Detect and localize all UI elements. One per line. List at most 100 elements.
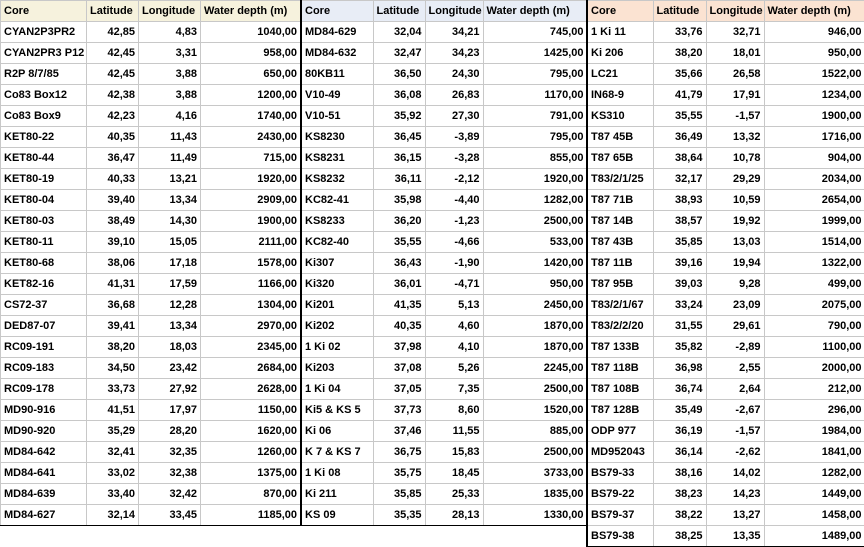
latitude-cell[interactable]: 42,45 bbox=[86, 63, 139, 85]
longitude-cell[interactable]: 11,55 bbox=[424, 420, 484, 442]
longitude-cell[interactable]: 2,64 bbox=[705, 378, 765, 400]
latitude-cell[interactable]: 36,49 bbox=[652, 126, 707, 148]
water-depth-cell[interactable]: 1375,00 bbox=[200, 462, 301, 484]
water-depth-cell[interactable]: 1449,00 bbox=[763, 483, 864, 505]
longitude-cell[interactable]: 4,16 bbox=[138, 105, 201, 127]
core-cell[interactable]: MD84-639 bbox=[0, 483, 87, 505]
latitude-cell[interactable]: 42,23 bbox=[86, 105, 139, 127]
latitude-cell[interactable]: 35,66 bbox=[652, 63, 707, 85]
core-cell[interactable]: RC09-191 bbox=[0, 336, 87, 358]
water-depth-cell[interactable]: 1185,00 bbox=[200, 504, 301, 526]
core-cell[interactable]: MD84-632 bbox=[300, 42, 374, 64]
water-depth-cell[interactable]: 1458,00 bbox=[763, 504, 864, 526]
water-depth-cell[interactable]: 715,00 bbox=[200, 147, 301, 169]
core-cell[interactable]: K 7 & KS 7 bbox=[300, 441, 374, 463]
latitude-cell[interactable]: 38,93 bbox=[652, 189, 707, 211]
core-cell[interactable]: V10-51 bbox=[300, 105, 374, 127]
water-depth-cell[interactable]: 1900,00 bbox=[200, 210, 301, 232]
longitude-cell[interactable]: 10,59 bbox=[705, 189, 765, 211]
core-cell[interactable]: MD90-920 bbox=[0, 420, 87, 442]
water-depth-cell[interactable]: 1522,00 bbox=[763, 63, 864, 85]
water-depth-cell[interactable]: 1835,00 bbox=[482, 483, 588, 505]
water-depth-cell[interactable]: 1282,00 bbox=[482, 189, 588, 211]
core-cell[interactable]: BS79-33 bbox=[586, 462, 654, 484]
water-depth-cell[interactable]: 790,00 bbox=[763, 315, 864, 337]
water-depth-cell[interactable]: 2654,00 bbox=[763, 189, 864, 211]
latitude-cell[interactable]: 38,22 bbox=[652, 504, 707, 526]
water-depth-cell[interactable]: 1841,00 bbox=[763, 441, 864, 463]
longitude-cell[interactable]: -2,67 bbox=[705, 399, 765, 421]
longitude-cell[interactable]: 17,18 bbox=[138, 252, 201, 274]
longitude-cell[interactable]: 13,34 bbox=[138, 315, 201, 337]
core-cell[interactable]: MD84-629 bbox=[300, 21, 374, 43]
latitude-cell[interactable]: 40,35 bbox=[86, 126, 139, 148]
water-depth-cell[interactable]: 2034,00 bbox=[763, 168, 864, 190]
longitude-cell[interactable]: 28,20 bbox=[138, 420, 201, 442]
latitude-cell[interactable]: 31,55 bbox=[652, 315, 707, 337]
water-depth-cell[interactable]: 1150,00 bbox=[200, 399, 301, 421]
core-cell[interactable]: CS72-37 bbox=[0, 294, 87, 316]
core-cell[interactable]: T87 45B bbox=[586, 126, 654, 148]
core-cell[interactable]: T83/2/1/67 bbox=[586, 294, 654, 316]
latitude-cell[interactable]: 41,79 bbox=[652, 84, 707, 106]
water-depth-cell[interactable]: 1100,00 bbox=[763, 336, 864, 358]
core-cell[interactable]: KET80-68 bbox=[0, 252, 87, 274]
water-depth-cell[interactable]: 946,00 bbox=[763, 21, 864, 43]
core-cell[interactable]: KS8230 bbox=[300, 126, 374, 148]
latitude-cell[interactable]: 42,85 bbox=[86, 21, 139, 43]
core-cell[interactable]: LC21 bbox=[586, 63, 654, 85]
latitude-cell[interactable]: 37,46 bbox=[372, 420, 426, 442]
longitude-cell[interactable]: -1,57 bbox=[705, 420, 765, 442]
latitude-cell[interactable]: 35,92 bbox=[372, 105, 426, 127]
core-cell[interactable]: MD84-642 bbox=[0, 441, 87, 463]
longitude-cell[interactable]: 23,09 bbox=[705, 294, 765, 316]
latitude-cell[interactable]: 37,05 bbox=[372, 378, 426, 400]
latitude-cell[interactable]: 35,85 bbox=[372, 483, 426, 505]
water-depth-cell[interactable]: 950,00 bbox=[763, 42, 864, 64]
longitude-cell[interactable]: 24,30 bbox=[424, 63, 484, 85]
water-depth-cell[interactable]: 795,00 bbox=[482, 63, 588, 85]
water-depth-cell[interactable]: 904,00 bbox=[763, 147, 864, 169]
longitude-cell[interactable]: 13,32 bbox=[705, 126, 765, 148]
latitude-cell[interactable]: 36,98 bbox=[652, 357, 707, 379]
latitude-cell[interactable]: 36,08 bbox=[372, 84, 426, 106]
water-depth-cell[interactable]: 1620,00 bbox=[200, 420, 301, 442]
core-cell[interactable]: KS8232 bbox=[300, 168, 374, 190]
core-cell[interactable]: MD952043 bbox=[586, 441, 654, 463]
water-depth-cell[interactable]: 2909,00 bbox=[200, 189, 301, 211]
water-depth-cell[interactable]: 2075,00 bbox=[763, 294, 864, 316]
latitude-cell[interactable]: 40,33 bbox=[86, 168, 139, 190]
water-depth-cell[interactable]: 2500,00 bbox=[482, 378, 588, 400]
longitude-cell[interactable]: 14,23 bbox=[705, 483, 765, 505]
water-depth-cell[interactable]: 2450,00 bbox=[482, 294, 588, 316]
water-depth-cell[interactable]: 2000,00 bbox=[763, 357, 864, 379]
water-depth-cell[interactable]: 1200,00 bbox=[200, 84, 301, 106]
latitude-cell[interactable]: 36,15 bbox=[372, 147, 426, 169]
core-cell[interactable]: KS310 bbox=[586, 105, 654, 127]
core-cell[interactable]: RC09-178 bbox=[0, 378, 87, 400]
latitude-cell[interactable]: 33,76 bbox=[652, 21, 707, 43]
core-cell[interactable]: Ki 211 bbox=[300, 483, 374, 505]
latitude-cell[interactable]: 35,82 bbox=[652, 336, 707, 358]
core-cell[interactable]: MD84-641 bbox=[0, 462, 87, 484]
latitude-cell[interactable]: 35,85 bbox=[652, 231, 707, 253]
latitude-cell[interactable]: 38,20 bbox=[652, 42, 707, 64]
core-cell[interactable]: KET82-16 bbox=[0, 273, 87, 295]
water-depth-cell[interactable]: 1870,00 bbox=[482, 336, 588, 358]
latitude-cell[interactable]: 39,16 bbox=[652, 252, 707, 274]
core-cell[interactable]: Ki202 bbox=[300, 315, 374, 337]
longitude-cell[interactable]: 13,35 bbox=[705, 525, 765, 547]
core-cell[interactable]: T83/2/1/25 bbox=[586, 168, 654, 190]
core-cell[interactable]: MD90-916 bbox=[0, 399, 87, 421]
core-cell[interactable]: KET80-19 bbox=[0, 168, 87, 190]
longitude-cell[interactable]: -4,40 bbox=[424, 189, 484, 211]
longitude-cell[interactable]: 32,71 bbox=[705, 21, 765, 43]
latitude-cell[interactable]: 32,04 bbox=[372, 21, 426, 43]
latitude-cell[interactable]: 39,41 bbox=[86, 315, 139, 337]
core-cell[interactable]: 1 Ki 11 bbox=[586, 21, 654, 43]
water-depth-cell[interactable]: 650,00 bbox=[200, 63, 301, 85]
water-depth-cell[interactable]: 1870,00 bbox=[482, 315, 588, 337]
latitude-cell[interactable]: 38,20 bbox=[86, 336, 139, 358]
longitude-cell[interactable]: 13,27 bbox=[705, 504, 765, 526]
water-depth-cell[interactable]: 1166,00 bbox=[200, 273, 301, 295]
